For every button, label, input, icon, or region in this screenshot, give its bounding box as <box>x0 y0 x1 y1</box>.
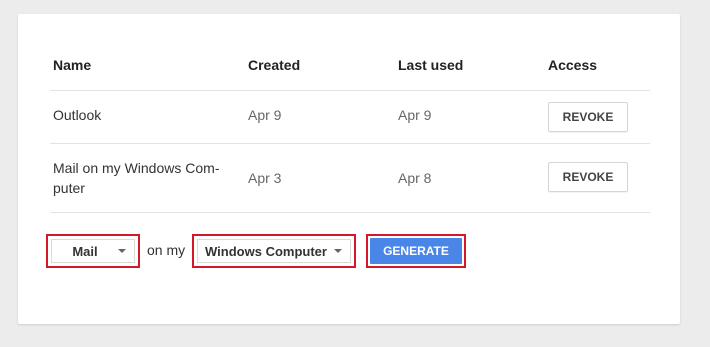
app-name: Outlook <box>53 107 102 123</box>
app-select-value: Mail <box>72 243 98 259</box>
header-access: Access <box>548 57 598 73</box>
device-select-highlight: Windows Computer <box>192 234 356 268</box>
last-used-date: Apr 9 <box>398 107 432 123</box>
app-passwords-table: Name Created Last used Access Outlook Ap… <box>50 14 650 213</box>
device-select-value: Windows Computer <box>205 243 327 259</box>
device-select[interactable]: Windows Computer <box>197 239 351 263</box>
connector-text: on my <box>147 242 186 258</box>
generate-button-highlight: GENERATE <box>366 234 466 268</box>
app-name: Mail on my Windows Com- puter <box>53 160 220 196</box>
header-name: Name <box>53 57 92 73</box>
app-select[interactable]: Mail <box>51 239 135 263</box>
app-select-highlight: Mail <box>46 234 140 268</box>
app-passwords-card: Name Created Last used Access Outlook Ap… <box>18 14 680 324</box>
created-date: Apr 9 <box>248 107 282 123</box>
chevron-down-icon <box>334 249 342 253</box>
revoke-button[interactable]: REVOKE <box>548 162 628 192</box>
table-row: Mail on my Windows Com- puter Apr 3 Apr … <box>50 144 650 213</box>
header-last-used: Last used <box>398 57 464 73</box>
generate-button[interactable]: GENERATE <box>370 238 462 264</box>
chevron-down-icon <box>118 249 126 253</box>
last-used-date: Apr 8 <box>398 170 432 186</box>
revoke-button[interactable]: REVOKE <box>548 102 628 132</box>
generate-password-controls: Mail on my Windows Computer GENERATE <box>46 234 646 270</box>
header-created: Created <box>248 57 301 73</box>
created-date: Apr 3 <box>248 170 282 186</box>
table-header: Name Created Last used Access <box>50 14 650 91</box>
table-row: Outlook Apr 9 Apr 9 REVOKE <box>50 91 650 144</box>
